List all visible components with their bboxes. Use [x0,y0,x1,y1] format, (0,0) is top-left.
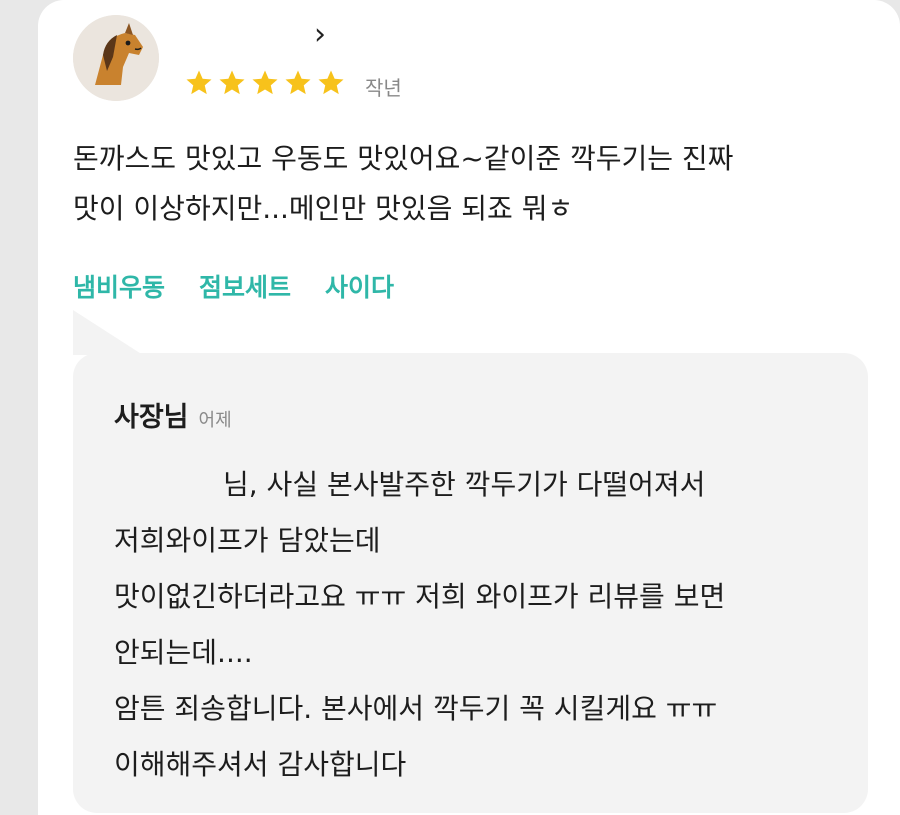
chevron-right-icon[interactable]: › [314,20,326,50]
reply-text-line: 이해해주셔서 감사합니다 [114,748,407,781]
review-text-line: 돈까스도 맛있고 우동도 맛있어요~같이준 깍두기는 진짜 [73,142,734,175]
menu-tag[interactable]: 냄비우동 [73,268,165,304]
reply-text-line: 암튼 죄송합니다. 본사에서 깍두기 꼭 시킬게요 ㅠㅠ [114,692,718,725]
review-text: 돈까스도 맛있고 우동도 맛있어요~같이준 깍두기는 진짜 맛이 이상하지만..… [73,134,863,234]
star-icon [318,70,344,95]
reply-date: 어제 [198,410,232,431]
reply-text-line: 안되는데.... [114,636,253,669]
ordered-menu-tags: 냄비우동 점보세트 사이다 [73,268,394,304]
reply-text-line: 저희와이프가 담았는데 [114,524,381,557]
star-icon [285,70,311,95]
reply-text-line: 님, 사실 본사발주한 깍두기가 다떨어져서 [223,468,706,501]
reply-text-line: 맛이없긴하더라고요 ㅠㅠ 저희 와이프가 리뷰를 보면 [114,580,726,613]
horse-avatar-icon[interactable] [73,15,159,101]
star-icon [186,70,212,95]
rating-stars [184,68,346,98]
owner-reply-header: 사장님 어제 [114,395,232,434]
review-card: › 작년 돈까스도 맛있고 우동도 맛있어요~같이준 깍두기는 진짜 맛이 이상… [38,0,900,815]
star-icon [252,70,278,95]
menu-tag[interactable]: 사이다 [325,268,394,304]
menu-tag[interactable]: 점보세트 [199,268,291,304]
star-icon [219,70,245,95]
owner-reply-text: 님, 사실 본사발주한 깍두기가 다떨어져서 저희와이프가 담았는데 맛이없긴하… [114,457,854,793]
review-date: 작년 [365,76,402,100]
review-text-line: 맛이 이상하지만...메인만 맛있음 되죠 뭐ㅎ [73,192,574,225]
owner-label: 사장님 [114,402,189,433]
owner-reply: 사장님 어제 님, 사실 본사발주한 깍두기가 다떨어져서 저희와이프가 담았는… [73,353,868,813]
reply-pointer [73,310,143,355]
